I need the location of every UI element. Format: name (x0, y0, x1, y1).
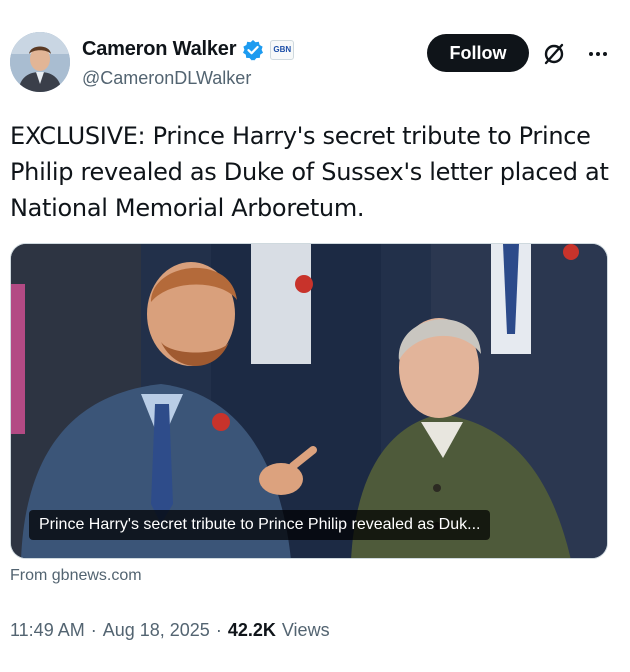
tweet-text: EXCLUSIVE: Prince Harry's secret tribute… (10, 122, 609, 222)
meta-separator: · (215, 620, 222, 640)
user-handle[interactable]: @CameronDLWalker (82, 68, 251, 89)
link-card[interactable]: Prince Harry's secret tribute to Prince … (10, 243, 608, 559)
verified-badge-icon (242, 39, 264, 61)
card-source[interactable]: From gbnews.com (10, 567, 142, 585)
display-name[interactable]: Cameron Walker (82, 38, 236, 61)
tweet-time[interactable]: 11:49 AM (10, 620, 85, 641)
tweet-header: Cameron Walker GBN @CameronDLWalker Foll… (10, 30, 620, 98)
tweet-meta: 11:49 AM · Aug 18, 2025 · 42.2K Views (10, 620, 330, 641)
card-caption: Prince Harry's secret tribute to Prince … (29, 510, 491, 540)
grok-icon[interactable] (541, 41, 567, 67)
affiliate-badge[interactable]: GBN (270, 39, 295, 60)
tweet-date[interactable]: Aug 18, 2025 (103, 620, 210, 641)
views-label: Views (281, 620, 330, 640)
follow-button[interactable]: Follow (427, 34, 529, 72)
meta-separator: · (90, 620, 97, 640)
views-count: 42.2K (227, 620, 276, 640)
more-icon[interactable] (584, 42, 612, 66)
avatar[interactable] (10, 32, 70, 92)
name-row: Cameron Walker GBN (82, 38, 295, 61)
